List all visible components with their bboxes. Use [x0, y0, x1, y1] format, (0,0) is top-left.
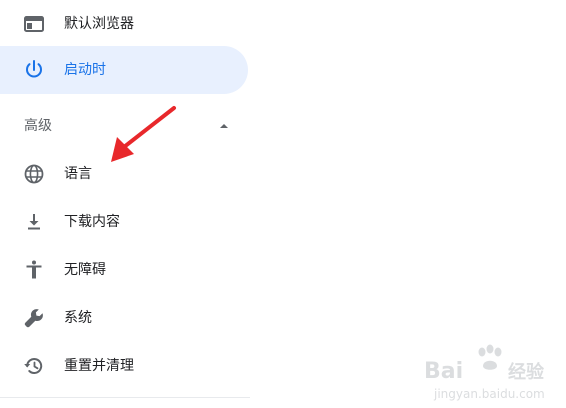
power-icon: [26, 60, 42, 78]
watermark-brand: Bai: [424, 359, 463, 384]
sidebar-item-accessibility[interactable]: 无障碍: [0, 246, 248, 294]
accessibility-icon: [26, 260, 42, 279]
sidebar-item-label: 语言: [64, 166, 92, 182]
sidebar-item-downloads[interactable]: 下载内容: [0, 198, 248, 246]
watermark-brand-suffix: 经验: [508, 361, 545, 383]
sidebar-item-label: 默认浏览器: [64, 16, 134, 32]
settings-sidebar: 默认浏览器 启动时 高级 语言 下载内容 无障碍 系统 重置并清理: [0, 0, 250, 408]
download-icon: [28, 214, 40, 230]
globe-icon: [24, 164, 44, 184]
sidebar-item-label: 无障碍: [64, 262, 106, 278]
wrench-icon: [24, 309, 43, 328]
sidebar-item-label: 系统: [64, 310, 92, 326]
sidebar-divider: [0, 397, 250, 398]
browser-window-icon: [24, 16, 44, 32]
sidebar-item-label: 重置并清理: [64, 358, 134, 374]
advanced-section-header: 高级: [24, 118, 52, 134]
collapse-caret-up-icon[interactable]: [212, 114, 236, 138]
sidebar-item-on-startup[interactable]: 启动时: [0, 46, 248, 94]
sidebar-item-label: 启动时: [64, 62, 106, 78]
sidebar-item-reset-and-clean-up[interactable]: 重置并清理: [0, 342, 248, 390]
sidebar-item-system[interactable]: 系统: [0, 294, 248, 342]
annotation-arrow-icon: [111, 106, 176, 162]
reset-history-icon: [24, 358, 43, 374]
sidebar-item-default-browser[interactable]: 默认浏览器: [0, 0, 248, 48]
watermark-url: jingyan.baidu.com: [433, 387, 545, 401]
baidu-jingyan-watermark: Bai 经验 jingyan.baidu.com: [424, 344, 545, 401]
sidebar-item-label: 下载内容: [64, 214, 120, 230]
